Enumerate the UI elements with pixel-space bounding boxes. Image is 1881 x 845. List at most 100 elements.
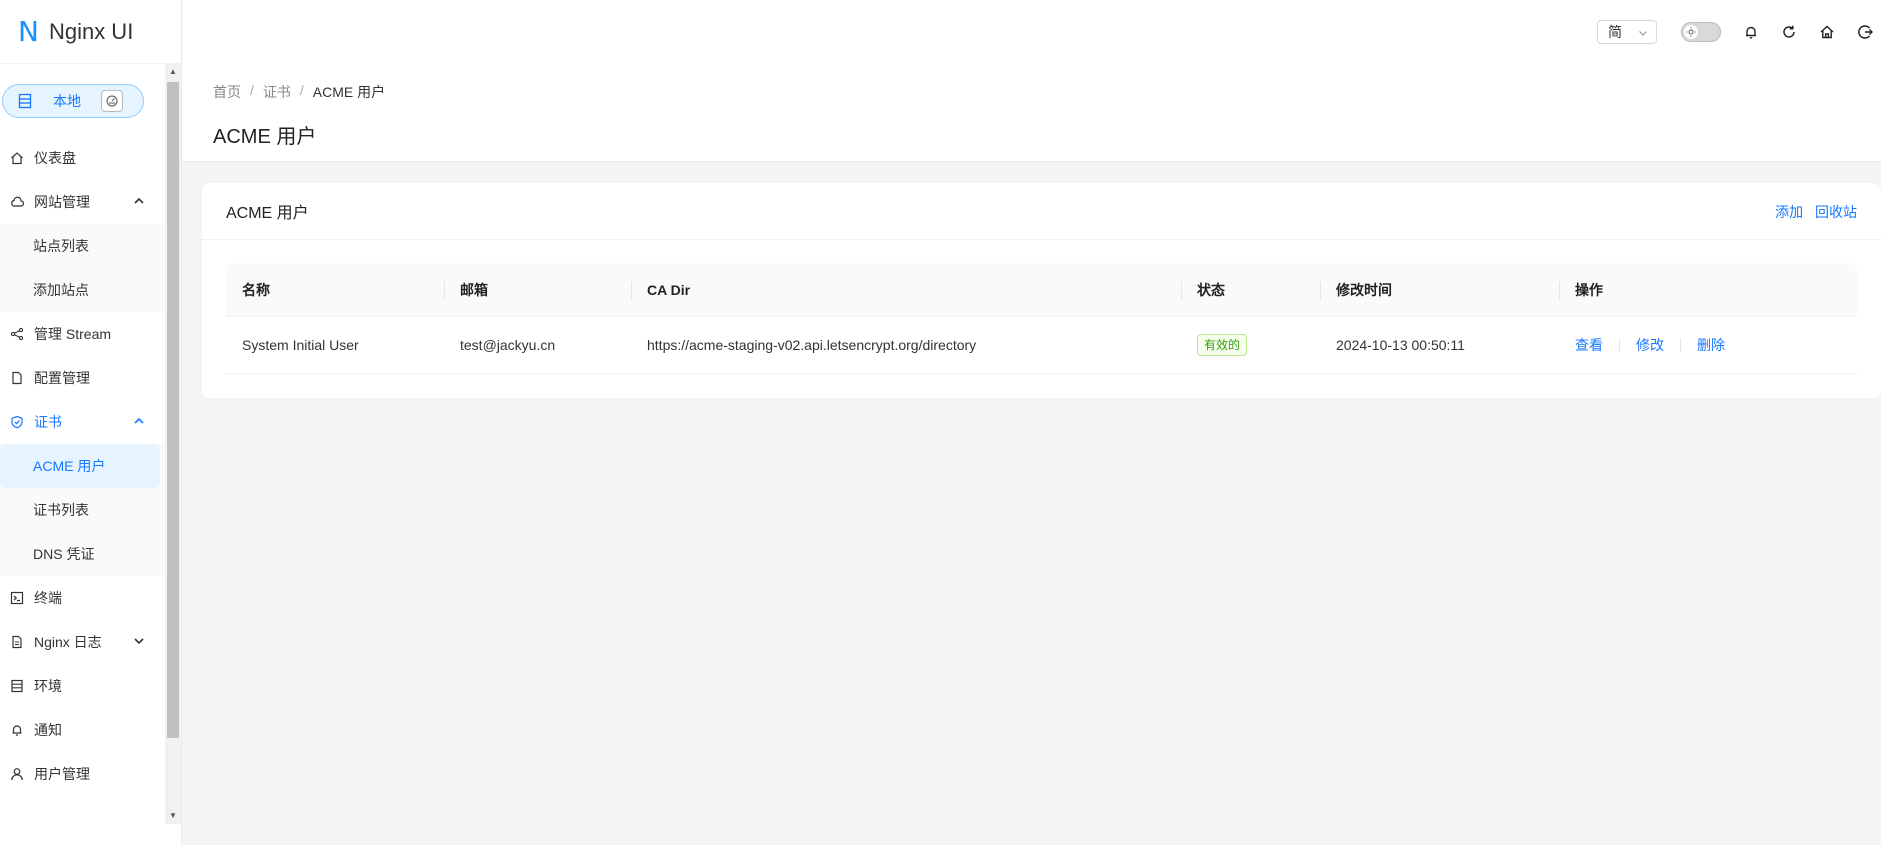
sidebar-item-label: 终端 [34,590,62,606]
cloud-icon [11,196,24,207]
column-header-name[interactable]: 名称 [226,263,444,316]
share-icon [10,327,24,341]
card-actions: 添加 回收站 [1767,202,1857,222]
sidebar-item-label: 用户管理 [34,766,90,782]
language-value: 简 [1608,24,1622,40]
chevron-down-icon [1639,31,1647,36]
table-header: 名称 邮箱 CA Dir 状态 修改时间 操作 [226,263,1857,317]
view-button[interactable]: 查看 [1575,335,1603,355]
language-select[interactable]: 简 [1597,20,1657,44]
sidebar-item-dashboard[interactable]: 仪表盘 [0,136,165,180]
sidebar-item-label: 环境 [34,678,62,694]
sidebar: N Nginx UI 本地 仪表盘 网站管理 站点列表 添加站点 管理 Stre… [0,0,182,845]
file-text-icon [12,635,22,649]
breadcrumb-certificates[interactable]: 证书 [263,82,291,102]
reload-icon[interactable] [1781,24,1797,40]
sidebar-item-dns-credentials[interactable]: DNS 凭证 [0,532,160,576]
sidebar-item-add-site[interactable]: 添加站点 [0,268,160,312]
acme-users-card: ACME 用户 添加 回收站 名称 邮箱 CA Dir 状态 修改时间 操作 S… [202,183,1881,398]
sidebar-item-label: 证书列表 [33,502,89,518]
sidebar-item-environment[interactable]: 环境 [0,664,165,708]
column-header-ca-dir[interactable]: CA Dir [631,263,1181,316]
scrollbar-thumb[interactable] [167,82,179,738]
sidebar-item-users[interactable]: 用户管理 [0,752,165,796]
sidebar-item-certificates[interactable]: 证书 [0,400,165,444]
theme-toggle[interactable] [1681,22,1721,42]
sidebar-item-label: 证书 [34,414,62,430]
sidebar-item-terminal[interactable]: 终端 [0,576,165,620]
edit-button[interactable]: 修改 [1636,335,1664,355]
dashboard-gauge-button[interactable] [101,90,123,112]
app-root: N Nginx UI 本地 仪表盘 网站管理 站点列表 添加站点 管理 Stre… [0,0,1881,845]
acme-users-table: 名称 邮箱 CA Dir 状态 修改时间 操作 System Initial U… [226,263,1857,374]
cell-ca-dir: https://acme-staging-v02.api.letsencrypt… [647,337,977,353]
column-header-status[interactable]: 状态 [1181,263,1320,316]
user-icon [11,768,23,781]
chevron-up-icon [134,417,144,424]
action-divider [1619,338,1620,352]
action-divider [1680,338,1681,352]
sidebar-item-site-list[interactable]: 站点列表 [0,224,160,268]
sidebar-item-label: 网站管理 [34,194,90,210]
sidebar-item-label: 配置管理 [34,370,90,386]
gauge-icon [106,95,118,107]
database-icon [11,679,23,693]
submenu-certificates: ACME 用户 证书列表 DNS 凭证 [0,444,165,576]
server-icon [18,93,32,109]
breadcrumb-home[interactable]: 首页 [213,82,241,102]
logout-icon[interactable] [1857,24,1873,40]
app-name: Nginx UI [48,18,134,44]
sidebar-item-label: DNS 凭证 [33,546,95,562]
page-header: 首页 / 证书 / ACME 用户 ACME 用户 [182,64,1881,162]
sun-icon [1686,27,1696,37]
terminal-icon [10,591,24,605]
sidebar-item-label: 站点列表 [33,238,89,254]
status-badge: 有效的 [1197,334,1248,356]
home-icon [11,152,23,165]
sidebar-item-config[interactable]: 配置管理 [0,356,165,400]
sidebar-item-sites[interactable]: 网站管理 [0,180,165,224]
cell-name: System Initial User [242,337,359,353]
scroll-up-icon[interactable]: ▲ [169,68,177,76]
chevron-up-icon [134,197,144,204]
breadcrumb-current: ACME 用户 [312,84,386,100]
column-header-email[interactable]: 邮箱 [444,263,631,316]
bell-icon [12,725,22,736]
top-bar: 简 [182,0,1881,64]
table-row: System Initial User test@jackyu.cn https… [226,317,1857,374]
file-icon [12,371,22,385]
sidebar-item-label: 仪表盘 [34,150,76,166]
breadcrumb: 首页 / 证书 / ACME 用户 [213,82,385,102]
sidebar-item-notifications[interactable]: 通知 [0,708,165,752]
delete-button[interactable]: 删除 [1697,335,1725,355]
sidebar-item-label: ACME 用户 [33,458,106,474]
sidebar-item-cert-list[interactable]: 证书列表 [0,488,160,532]
sidebar-item-label: 添加站点 [33,282,89,298]
environment-switcher[interactable]: 本地 [2,84,144,118]
trash-button[interactable]: 回收站 [1815,204,1857,220]
sidebar-item-label: 通知 [34,722,62,738]
page-title: ACME 用户 [213,126,317,148]
bell-icon[interactable] [1743,24,1759,40]
breadcrumb-separator: / [299,82,304,98]
logo[interactable]: N Nginx UI [0,0,181,64]
home-icon[interactable] [1819,24,1835,40]
sidebar-item-stream[interactable]: 管理 Stream [0,312,165,356]
logo-mark: N [18,14,39,48]
sidebar-item-nginx-log[interactable]: Nginx 日志 [0,620,165,664]
add-button[interactable]: 添加 [1775,204,1803,220]
column-header-modified[interactable]: 修改时间 [1320,263,1559,316]
cell-status: 有效的 [1181,317,1320,373]
sidebar-scrollbar[interactable]: ▲ ▼ [165,64,181,824]
sidebar-item-acme-users[interactable]: ACME 用户 [0,444,160,488]
breadcrumb-separator: / [250,82,254,98]
scroll-down-icon[interactable]: ▼ [169,812,177,820]
sidebar-item-label: Nginx 日志 [34,634,102,650]
theme-knob [1684,25,1698,39]
submenu-sites: 站点列表 添加站点 [0,224,165,312]
card-header: ACME 用户 添加 回收站 [202,183,1881,240]
chevron-down-icon [134,638,144,645]
shield-check-icon [11,415,23,429]
sidebar-item-label: 管理 Stream [34,326,112,342]
card-title: ACME 用户 [226,205,309,222]
